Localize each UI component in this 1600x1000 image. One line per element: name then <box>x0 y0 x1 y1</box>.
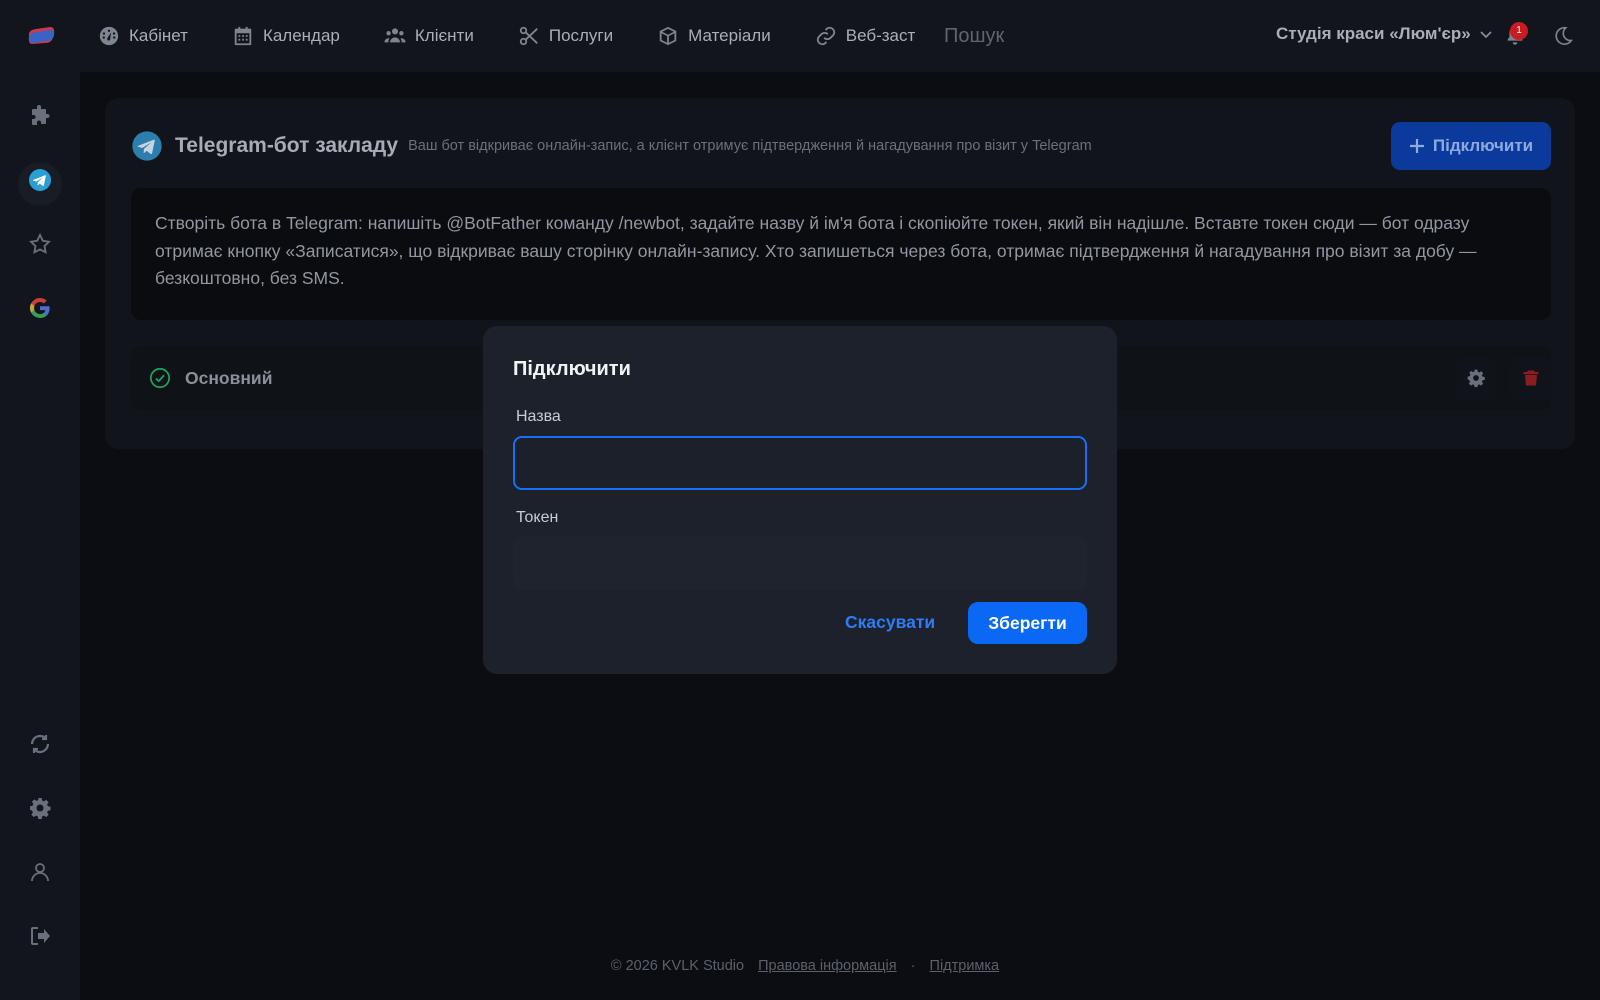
main-nav: Кабінет Календар Клієнти Послуги Матеріа… <box>98 0 924 72</box>
save-button[interactable]: Зберегти <box>968 602 1087 644</box>
sidebar-item-logout[interactable] <box>26 922 54 950</box>
studio-name: Студія краси «Люм'єр» <box>1276 24 1471 43</box>
link-icon <box>816 26 835 46</box>
nav-item-label: Послуги <box>548 26 614 45</box>
bot-settings-button[interactable] <box>1454 356 1498 400</box>
sidebar-item-sync[interactable] <box>26 730 54 758</box>
sync-icon <box>30 734 50 754</box>
copyright-text: © 2026 KVLK Studio <box>610 958 745 974</box>
nav-item-label: Веб-заст <box>845 26 916 45</box>
search-box <box>924 14 1246 58</box>
sidebar-item-google[interactable] <box>26 294 54 322</box>
instructions-text: Створіть бота в Telegram: напишіть @BotF… <box>131 188 1551 320</box>
dashboard-icon <box>99 26 119 46</box>
puzzle-icon <box>32 105 50 125</box>
cancel-button[interactable]: Скасувати <box>845 612 935 633</box>
token-field-label: Токен <box>516 509 559 526</box>
footer-separator: · <box>910 958 916 974</box>
bot-name: Основний <box>185 368 273 388</box>
box-icon <box>659 26 677 46</box>
nav-item-cabinet[interactable]: Кабінет <box>98 25 188 47</box>
dialog-title: Підключити <box>513 358 631 380</box>
users-icon <box>384 28 406 43</box>
name-input[interactable] <box>513 436 1087 490</box>
nav-item-services[interactable]: Послуги <box>518 25 613 47</box>
sidebar-item-settings[interactable] <box>26 794 54 822</box>
nav-item-calendar[interactable]: Календар <box>232 25 340 47</box>
connect-button-label: Підключити <box>1432 136 1534 155</box>
notification-badge: 1 <box>1510 22 1528 40</box>
bot-delete-button[interactable] <box>1509 356 1553 400</box>
top-bar: Кабінет Календар Клієнти Послуги Матеріа… <box>0 0 1600 72</box>
nav-item-label: Календар <box>262 26 340 45</box>
logout-icon <box>31 927 50 945</box>
support-link[interactable]: Підтримка <box>930 958 1000 974</box>
nav-item-label: Матеріали <box>688 26 771 45</box>
nav-item-label: Кабінет <box>129 26 188 45</box>
card-header: Telegram-бот закладу Ваш бот відкриває о… <box>131 130 1231 162</box>
sidebar-item-integrations[interactable] <box>26 102 54 130</box>
studio-selector[interactable]: Студія краси «Люм'єр» <box>1276 24 1493 44</box>
moon-icon[interactable] <box>1552 25 1574 47</box>
trash-icon <box>1523 370 1539 386</box>
name-field-label: Назва <box>516 408 561 425</box>
page-subtitle: Ваш бот відкриває онлайн-запис, а клієнт… <box>408 138 1092 154</box>
connect-bot-dialog: Підключити Назва Токен Скасувати Зберегт… <box>483 326 1117 674</box>
nav-item-label: Клієнти <box>414 26 474 45</box>
gear-icon <box>30 798 51 819</box>
sidebar-item-telegram[interactable] <box>26 166 54 194</box>
scissors-icon <box>519 26 538 46</box>
nav-item-materials[interactable]: Матеріали <box>657 25 771 47</box>
search-input[interactable] <box>924 14 1219 58</box>
user-icon <box>31 863 49 882</box>
connect-button[interactable]: Підключити <box>1391 122 1551 170</box>
check-circle-icon <box>149 367 171 389</box>
logo-icon[interactable] <box>26 24 56 48</box>
star-icon <box>29 232 51 254</box>
telegram-icon <box>132 131 162 161</box>
legal-link[interactable]: Правова інформація <box>758 958 897 974</box>
page-title: Telegram-бот закладу <box>175 134 399 157</box>
plus-icon <box>1409 139 1424 153</box>
telegram-icon <box>29 169 51 191</box>
chevron-down-icon <box>1480 31 1492 39</box>
nav-item-website[interactable]: Веб-заст <box>815 25 916 47</box>
token-input[interactable] <box>513 536 1087 590</box>
sidebar <box>0 72 80 1000</box>
google-icon <box>29 298 50 319</box>
sidebar-item-profile[interactable] <box>26 858 54 886</box>
sidebar-item-reviews[interactable] <box>26 230 54 258</box>
footer: © 2026 KVLK Studio Правова інформація · … <box>0 958 1600 974</box>
gear-icon <box>1467 369 1485 388</box>
calendar-icon <box>234 26 252 46</box>
nav-item-clients[interactable]: Клієнти <box>384 25 474 47</box>
